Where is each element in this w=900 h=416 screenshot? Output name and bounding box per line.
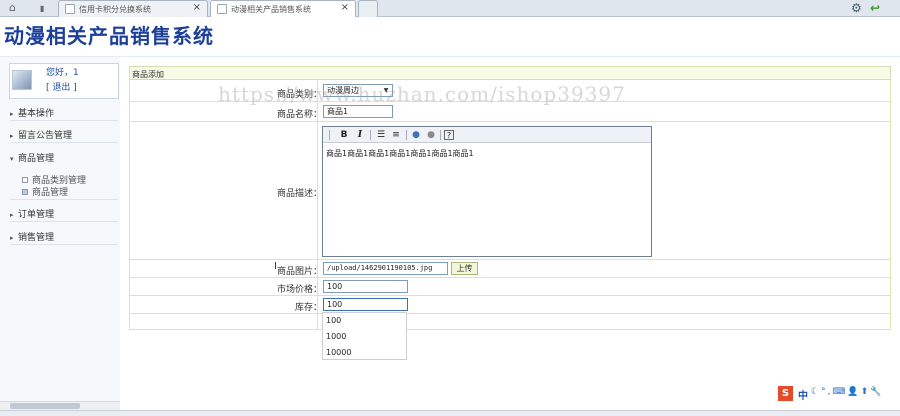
undo-icon[interactable]: ↩ (870, 1, 880, 15)
stock-row: 库存： 100 (129, 296, 891, 314)
form-title: 商品添加 (132, 70, 164, 79)
bold-button[interactable]: B (338, 129, 350, 141)
avatar (12, 70, 32, 90)
square-icon (22, 177, 28, 183)
sidebar-menu-label: 销售管理 (18, 233, 55, 243)
settings-icon[interactable]: ⚙ (851, 1, 862, 15)
sidebar-item-product-manage[interactable]: 商品管理 (22, 185, 68, 198)
page-icon (65, 4, 75, 14)
status-bar (0, 410, 900, 416)
link-icon[interactable]: ● (410, 129, 422, 141)
ime-tool-icons[interactable]: ☾°,⌨👤⬆🔧 (811, 387, 883, 397)
toolbar-divider (370, 130, 371, 140)
sidebar-menu-label: 订单管理 (18, 210, 55, 220)
new-tab-button[interactable] (358, 0, 378, 17)
text-cursor-icon: I (274, 261, 277, 272)
sidebar-item-label: 商品管理 (32, 188, 69, 198)
editor-content[interactable]: 商品1商品1商品1商品1商品1商品1商品1 (326, 148, 474, 159)
page-icon (217, 4, 227, 14)
sidebar-menu-products[interactable]: ▾ 商品管理 (10, 151, 54, 164)
sidebar-menu-label: 商品管理 (18, 154, 55, 164)
greeting-text: 您好，1 (46, 68, 79, 78)
unordered-list-icon[interactable]: ≡ (390, 129, 402, 141)
sidebar-menu-basic[interactable]: ▸ 基本操作 (10, 106, 54, 119)
image-row: 商品图片： /upload/1462901190105.jpg 上传 (129, 260, 891, 278)
editor-toolbar: B I ☰ ≡ ● ● ? (323, 127, 651, 143)
submit-row (129, 314, 891, 330)
tab-credit-exchange[interactable]: 信用卡积分兑换系统 × (58, 0, 208, 17)
sidebar-menu-label: 留言公告管理 (18, 131, 73, 141)
toolbar-divider (440, 130, 441, 140)
chevron-down-icon: ▾ (10, 155, 14, 163)
ime-mode-indicator[interactable]: 中 (798, 387, 808, 402)
image-path-input[interactable]: /upload/1462901190105.jpg (323, 262, 448, 275)
autocomplete-option[interactable]: 1000 (326, 332, 346, 341)
chevron-right-icon: ▸ (10, 132, 14, 140)
image-label: 商品图片： (276, 267, 322, 277)
browser-tab-bar: ⌂ ▮ 信用卡积分兑换系统 × 动漫相关产品销售系统 × ⚙ ↩ (0, 0, 900, 17)
tab-title: 动漫相关产品销售系统 (231, 5, 311, 14)
sidebar: 您好，1 [ 退出 ] ▸ 基本操作 ▸ 留言公告管理 ▾ 商品管理 商品类别管理 商… (0, 57, 120, 401)
unlink-icon[interactable]: ● (425, 129, 437, 141)
italic-button[interactable]: I (354, 129, 366, 141)
toolbar-divider (329, 130, 330, 140)
home-icon[interactable]: ⌂ (9, 2, 16, 14)
autocomplete-option[interactable]: 10000 (326, 348, 351, 357)
scrollbar-thumb[interactable] (10, 403, 80, 409)
form-header: 商品添加 (129, 66, 891, 80)
close-icon[interactable]: × (193, 2, 201, 13)
watermark: https://www.huzhan.com/ishop39397 (218, 82, 626, 106)
upload-button[interactable]: 上传 (451, 262, 478, 275)
ime-toolbar: S 中 ☾°,⌨👤⬆🔧 (778, 386, 898, 402)
help-button[interactable]: ? (444, 130, 454, 140)
rich-text-editor[interactable]: B I ☰ ≡ ● ● ? 商品1商品1商品1商品1商品1商品1商品1 (322, 126, 652, 257)
square-icon (22, 189, 28, 195)
menu-divider (10, 244, 118, 245)
tab-anime-sales[interactable]: 动漫相关产品销售系统 × (210, 0, 356, 17)
menu-divider (10, 142, 118, 143)
chevron-right-icon: ▸ (10, 110, 14, 118)
header-divider (0, 56, 900, 57)
sidebar-menu-notices[interactable]: ▸ 留言公告管理 (10, 128, 72, 141)
market-price-label: 市场价格： (276, 285, 322, 295)
menu-divider (10, 199, 118, 200)
sidebar-menu-sales[interactable]: ▸ 销售管理 (10, 230, 54, 243)
name-input[interactable]: 商品1 (323, 105, 393, 118)
menu-divider (10, 120, 118, 121)
stock-input[interactable]: 100 (323, 298, 408, 311)
name-label: 商品名称： (276, 110, 322, 120)
sidebar-menu-orders[interactable]: ▸ 订单管理 (10, 207, 54, 220)
menu-divider (10, 221, 118, 222)
toolbar-divider (406, 130, 407, 140)
logout-link[interactable]: [ 退出 ] (46, 80, 77, 93)
market-price-input[interactable]: 100 (323, 280, 408, 293)
horizontal-scrollbar[interactable] (0, 401, 120, 410)
page-title: 动漫相关产品销售系统 (4, 24, 214, 48)
column-divider (317, 314, 318, 329)
autocomplete-dropdown: 100 1000 10000 (322, 312, 407, 360)
close-icon[interactable]: × (341, 2, 349, 13)
description-label: 商品描述： (276, 189, 322, 199)
tab-title: 信用卡积分兑换系统 (79, 5, 151, 14)
stock-label: 库存： (294, 303, 322, 313)
chevron-right-icon: ▸ (10, 211, 14, 219)
autocomplete-option[interactable]: 100 (326, 316, 341, 325)
ordered-list-icon[interactable]: ☰ (375, 129, 387, 141)
sidebar-menu-label: 基本操作 (18, 109, 55, 119)
market-price-row: 市场价格： 100 (129, 278, 891, 296)
chevron-right-icon: ▸ (10, 234, 14, 242)
ime-logo-icon[interactable]: S (778, 386, 793, 401)
menu-icon[interactable]: ▮ (40, 3, 44, 15)
